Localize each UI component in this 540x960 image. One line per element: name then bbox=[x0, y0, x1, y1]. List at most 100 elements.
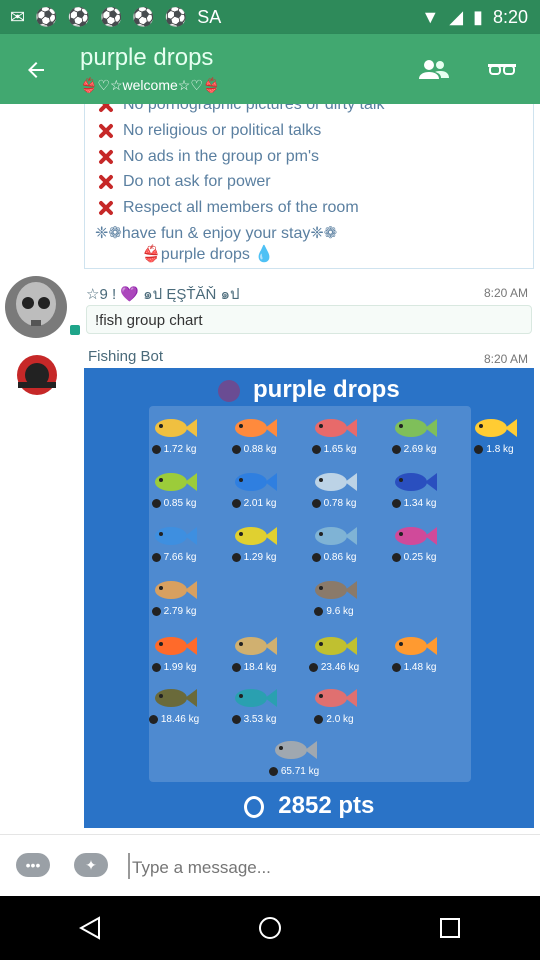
rule-item: No pornographic pictures or dirty talk bbox=[95, 104, 384, 114]
fish-icon bbox=[315, 419, 357, 437]
fish-weight-value: 1.48 kg bbox=[403, 662, 437, 673]
bait-icon bbox=[231, 662, 241, 672]
fish-item: 1.29 kg bbox=[219, 522, 289, 566]
bait-icon bbox=[148, 714, 158, 724]
fish-icon bbox=[155, 581, 197, 599]
fish-weight-value: 1.8 kg bbox=[486, 444, 514, 455]
medal-icon bbox=[243, 795, 264, 818]
message-bubble[interactable]: !fish group chart bbox=[86, 305, 532, 334]
soccer-ball-icon: ⚽ bbox=[35, 6, 58, 27]
message-list[interactable]: No pornographic pictures or dirty talk N… bbox=[0, 104, 540, 834]
fish-item: 1.65 kg bbox=[299, 414, 369, 458]
fish-icon bbox=[315, 527, 357, 545]
soccer-ball-icon: ⚽ bbox=[164, 6, 188, 27]
fish-item: 23.46 kg bbox=[299, 632, 369, 676]
fish-icon bbox=[315, 689, 357, 707]
fish-weight: 18.46 kg bbox=[139, 714, 209, 725]
back-nav-icon[interactable] bbox=[60, 908, 120, 948]
fish-weight: 1.48 kg bbox=[379, 662, 449, 673]
more-options-icon[interactable]: ••• bbox=[16, 853, 50, 877]
bait-icon bbox=[311, 498, 321, 508]
battery-icon: ▮ bbox=[473, 6, 483, 27]
chat-subtitle: 👙♡☆welcome☆♡👙 bbox=[80, 77, 221, 93]
fish-icon bbox=[475, 419, 517, 437]
x-mark-icon bbox=[95, 104, 117, 114]
rule-item: Do not ask for power bbox=[95, 173, 271, 191]
message-input[interactable] bbox=[130, 853, 524, 883]
rules-signature: 👙purple drops 💧 bbox=[141, 246, 275, 263]
app-bar: purple drops 👙♡☆welcome☆♡👙 bbox=[0, 34, 540, 104]
fish-weight: 2.79 kg bbox=[139, 606, 209, 617]
carrier-label: SA bbox=[197, 6, 222, 27]
fish-weight: 1.65 kg bbox=[299, 444, 369, 455]
fish-icon bbox=[395, 637, 437, 655]
sunglasses-icon[interactable] bbox=[484, 52, 520, 88]
fish-weight: 7.66 kg bbox=[139, 552, 209, 563]
clock: 8:20 bbox=[492, 6, 528, 27]
fish-weight: 3.53 kg bbox=[219, 714, 289, 725]
fish-icon bbox=[155, 473, 197, 491]
fish-weight-value: 1.72 kg bbox=[163, 444, 197, 455]
fish-item: 9.6 kg bbox=[299, 576, 369, 620]
fish-weight: 23.46 kg bbox=[299, 662, 369, 673]
fish-item: 65.71 kg bbox=[259, 736, 329, 780]
games-icon[interactable]: ✦ bbox=[74, 853, 108, 877]
bait-icon bbox=[151, 498, 161, 508]
fish-item: 0.78 kg bbox=[299, 468, 369, 512]
bait-icon bbox=[314, 606, 324, 616]
fish-icon bbox=[235, 637, 277, 655]
bait-icon bbox=[391, 498, 401, 508]
x-mark-icon bbox=[95, 199, 117, 217]
fish-item: 1.72 kg bbox=[139, 414, 209, 458]
home-nav-icon[interactable] bbox=[240, 908, 300, 948]
bait-icon bbox=[231, 552, 241, 562]
soccer-ball-icon: ⚽ bbox=[67, 6, 90, 27]
fish-icon bbox=[235, 473, 277, 491]
message-composer: ••• ✦ bbox=[0, 834, 540, 897]
fish-item: 7.66 kg bbox=[139, 522, 209, 566]
fish-weight-value: 23.46 kg bbox=[320, 662, 360, 673]
fish-item: 18.46 kg bbox=[139, 684, 209, 728]
bait-icon bbox=[151, 444, 161, 454]
bait-icon bbox=[308, 662, 318, 672]
bait-icon bbox=[151, 662, 161, 672]
bot-avatar[interactable] bbox=[6, 344, 68, 406]
fish-weight: 18.4 kg bbox=[219, 662, 289, 673]
fish-chart-image[interactable]: purple drops 1.72 kg 0.88 kg 1.65 kg 2.69 k… bbox=[84, 368, 534, 828]
fish-weight: 1.29 kg bbox=[219, 552, 289, 563]
bait-icon bbox=[391, 552, 401, 562]
fish-weight: 65.71 kg bbox=[259, 766, 329, 777]
fish-item: 2.69 kg bbox=[379, 414, 449, 458]
system-nav-bar bbox=[0, 896, 540, 960]
fish-item: 2.01 kg bbox=[219, 468, 289, 512]
fish-weight-value: 0.85 kg bbox=[163, 498, 197, 509]
fish-weight-value: 1.34 kg bbox=[403, 498, 437, 509]
bait-icon bbox=[391, 444, 401, 454]
sender-name[interactable]: Fishing Bot bbox=[88, 348, 163, 365]
message-time: 8:20 AM bbox=[484, 352, 529, 366]
fish-weight-value: 0.86 kg bbox=[323, 552, 357, 563]
fish-icon bbox=[395, 527, 437, 545]
back-arrow-icon[interactable] bbox=[20, 54, 52, 86]
fish-item: 1.99 kg bbox=[139, 632, 209, 676]
mail-icon: ✉ bbox=[10, 6, 26, 27]
soccer-ball-icon: ⚽ bbox=[99, 6, 123, 27]
recents-nav-icon[interactable] bbox=[420, 908, 480, 948]
rule-item: No religious or political talks bbox=[95, 122, 321, 140]
rule-item: No ads in the group or pm's bbox=[95, 148, 319, 166]
x-mark-icon bbox=[95, 148, 117, 166]
avatar[interactable] bbox=[5, 276, 67, 338]
fish-item: 18.4 kg bbox=[219, 632, 289, 676]
fish-icon bbox=[155, 689, 197, 707]
chat-title[interactable]: purple drops bbox=[80, 44, 213, 72]
bait-icon bbox=[231, 714, 241, 724]
fish-item: 1.34 kg bbox=[379, 468, 449, 512]
rule-item: Respect all members of the room bbox=[95, 199, 359, 217]
fish-item: 2.0 kg bbox=[299, 684, 369, 728]
members-icon[interactable] bbox=[416, 52, 452, 88]
sender-name[interactable]: ☆9 ! 💜 ๑ป ĘŞŤĂŇ ๑ป bbox=[86, 282, 240, 306]
fish-weight: 1.8 kg bbox=[459, 444, 529, 455]
bait-icon bbox=[311, 444, 321, 454]
rules-footer: ❈❁have fun & enjoy your stay❈❁ bbox=[95, 225, 338, 242]
points-total: 2852 pts bbox=[84, 792, 534, 820]
